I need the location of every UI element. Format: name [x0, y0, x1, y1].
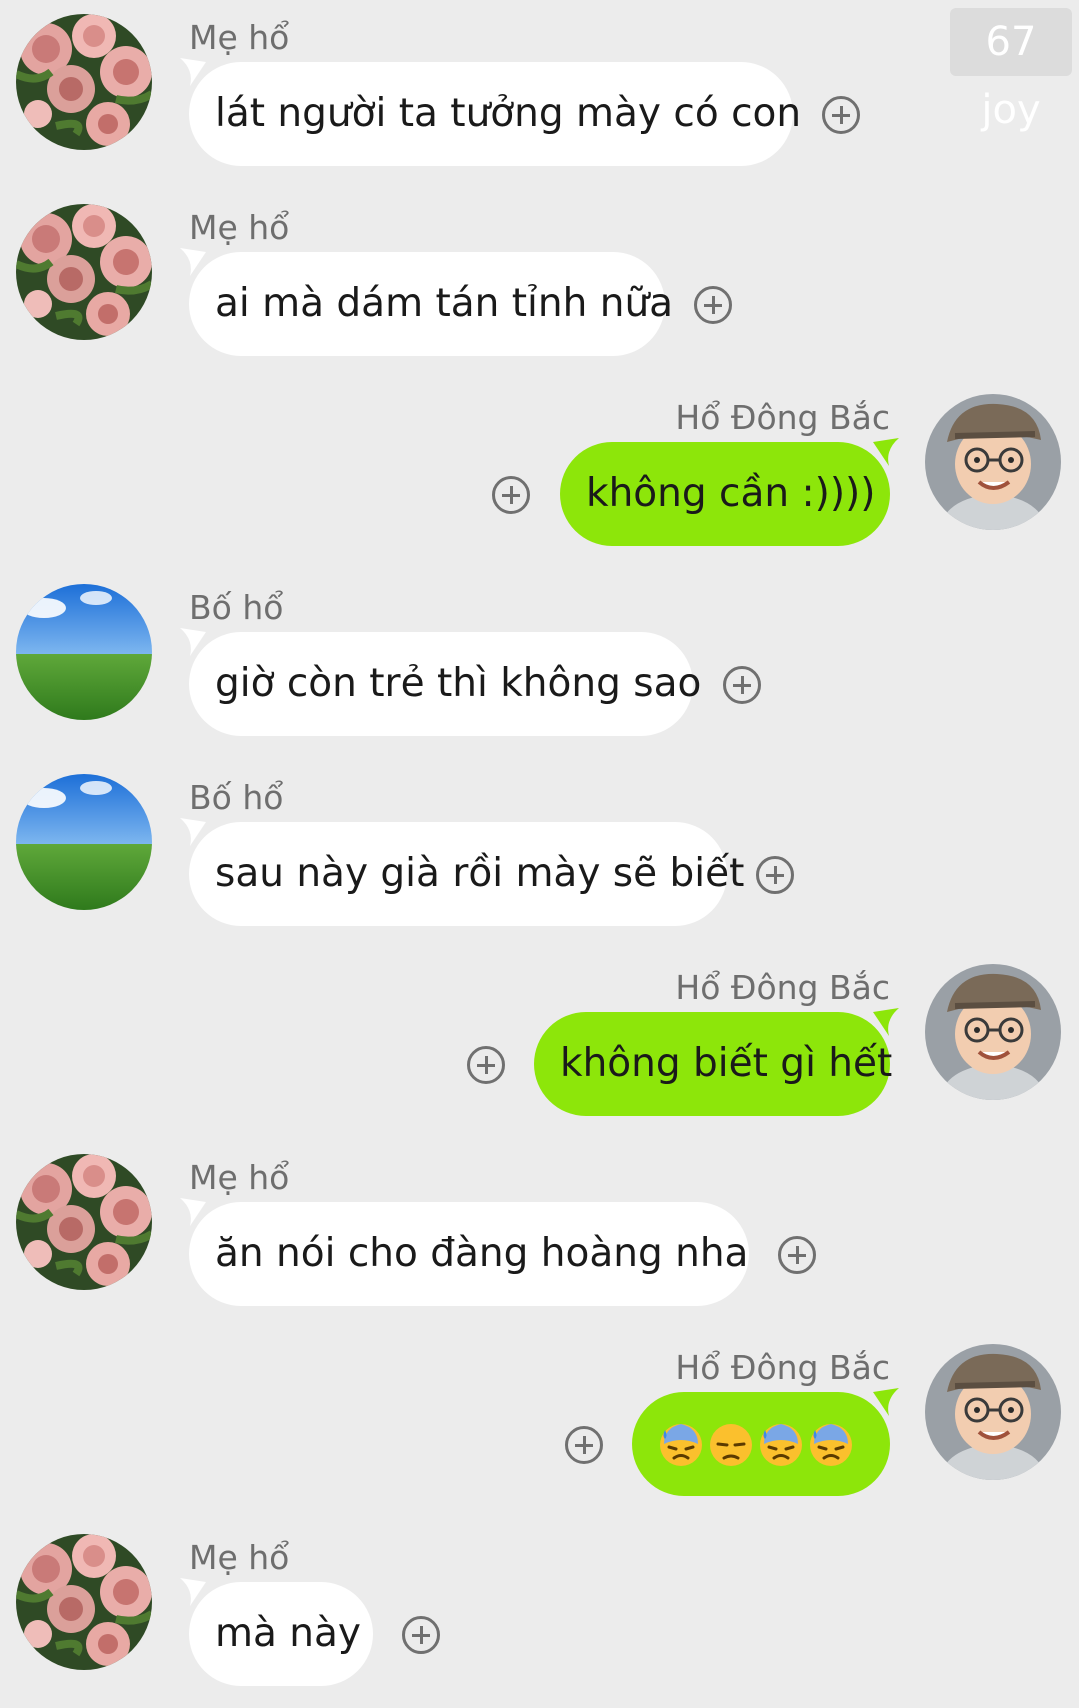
message-text: giờ còn trẻ thì không sao: [215, 661, 702, 706]
message-text: không cần :)))): [586, 471, 876, 516]
message-row: Hổ Đông Bắc: [0, 1330, 1079, 1518]
sender-name: Mẹ hổ: [189, 208, 290, 247]
downcast-face-with-sweat-icon: [760, 1423, 802, 1466]
boy-cap-glasses-avatar-image: [925, 394, 1061, 530]
message-row: Mẹ hổ ai mà dám tán tỉnh nữa: [0, 190, 1079, 378]
boy-cap-glasses-avatar-image: [925, 964, 1061, 1100]
message-row: Bố hổ giờ còn trẻ thì không sao: [0, 570, 1079, 758]
message-row: Mẹ hổ ăn nói cho đàng hoàng nha: [0, 1140, 1079, 1328]
roses-avatar-image: [16, 204, 152, 340]
add-reaction-button[interactable]: [756, 856, 794, 894]
downcast-face-with-sweat-icon: [810, 1423, 852, 1466]
message-bubble[interactable]: mà này: [189, 1582, 373, 1686]
add-reaction-button[interactable]: [565, 1426, 603, 1464]
message-bubble[interactable]: sau này già rồi mày sẽ biết: [189, 822, 744, 926]
sender-avatar[interactable]: [925, 1344, 1061, 1480]
roses-avatar-image: [16, 1534, 152, 1670]
roses-avatar-image: [16, 1154, 152, 1290]
sender-avatar[interactable]: [16, 774, 152, 910]
add-reaction-button[interactable]: [778, 1236, 816, 1274]
message-row: Mẹ hổ mà này: [0, 1520, 1079, 1708]
add-reaction-button[interactable]: [402, 1616, 440, 1654]
downcast-face-with-sweat-icon: [660, 1423, 702, 1466]
sender-avatar[interactable]: [925, 394, 1061, 530]
message-bubble[interactable]: ai mà dám tán tỉnh nữa: [189, 252, 673, 356]
message-bubble[interactable]: không cần :)))): [560, 442, 890, 546]
message-bubble[interactable]: lát người ta tưởng mày có con: [189, 62, 801, 166]
sender-avatar[interactable]: [16, 14, 152, 150]
roses-avatar-image: [16, 14, 152, 150]
sender-avatar[interactable]: [16, 1154, 152, 1290]
message-row: Hổ Đông Bắc không cần :)))): [0, 380, 1079, 568]
add-reaction-button[interactable]: [467, 1046, 505, 1084]
unamused-face-icon: [710, 1423, 752, 1466]
message-text: ai mà dám tán tỉnh nữa: [215, 281, 674, 326]
add-reaction-button[interactable]: [492, 476, 530, 514]
sender-avatar[interactable]: [16, 1534, 152, 1670]
boy-cap-glasses-avatar-image: [925, 1344, 1061, 1480]
sender-avatar[interactable]: [16, 584, 152, 720]
add-reaction-button[interactable]: [822, 96, 860, 134]
message-row: Mẹ hổ lát người ta tưởng mày có con: [0, 0, 1079, 188]
message-bubble[interactable]: giờ còn trẻ thì không sao: [189, 632, 701, 736]
message-text: ăn nói cho đàng hoàng nha: [215, 1231, 749, 1276]
sender-name: Mẹ hổ: [189, 1158, 290, 1197]
message-bubble[interactable]: không biết gì hết: [534, 1012, 893, 1116]
sender-name: Hổ Đông Bắc: [675, 398, 890, 437]
message-text: sau này già rồi mày sẽ biết: [215, 851, 745, 896]
message-bubble[interactable]: ăn nói cho đàng hoàng nha: [189, 1202, 749, 1306]
sender-name: Mẹ hổ: [189, 1538, 290, 1577]
sender-name: Hổ Đông Bắc: [675, 968, 890, 1007]
sky-grass-avatar-image: [16, 584, 152, 720]
add-reaction-button[interactable]: [723, 666, 761, 704]
message-bubble[interactable]: [632, 1392, 890, 1496]
message-text: không biết gì hết: [560, 1041, 893, 1086]
sender-avatar[interactable]: [925, 964, 1061, 1100]
sender-name: Mẹ hổ: [189, 18, 290, 57]
message-text: lát người ta tưởng mày có con: [215, 91, 802, 136]
sender-avatar[interactable]: [16, 204, 152, 340]
message-row: Hổ Đông Bắc không biết gì hết: [0, 950, 1079, 1138]
sender-name: Bố hổ: [189, 778, 284, 817]
sky-grass-avatar-image: [16, 774, 152, 910]
message-row: Bố hổ sau này già rồi mày sẽ biết: [0, 760, 1079, 948]
sender-name: Bố hổ: [189, 588, 284, 627]
add-reaction-button[interactable]: [694, 286, 732, 324]
sender-name: Hổ Đông Bắc: [675, 1348, 890, 1387]
message-text: mà này: [215, 1611, 361, 1656]
